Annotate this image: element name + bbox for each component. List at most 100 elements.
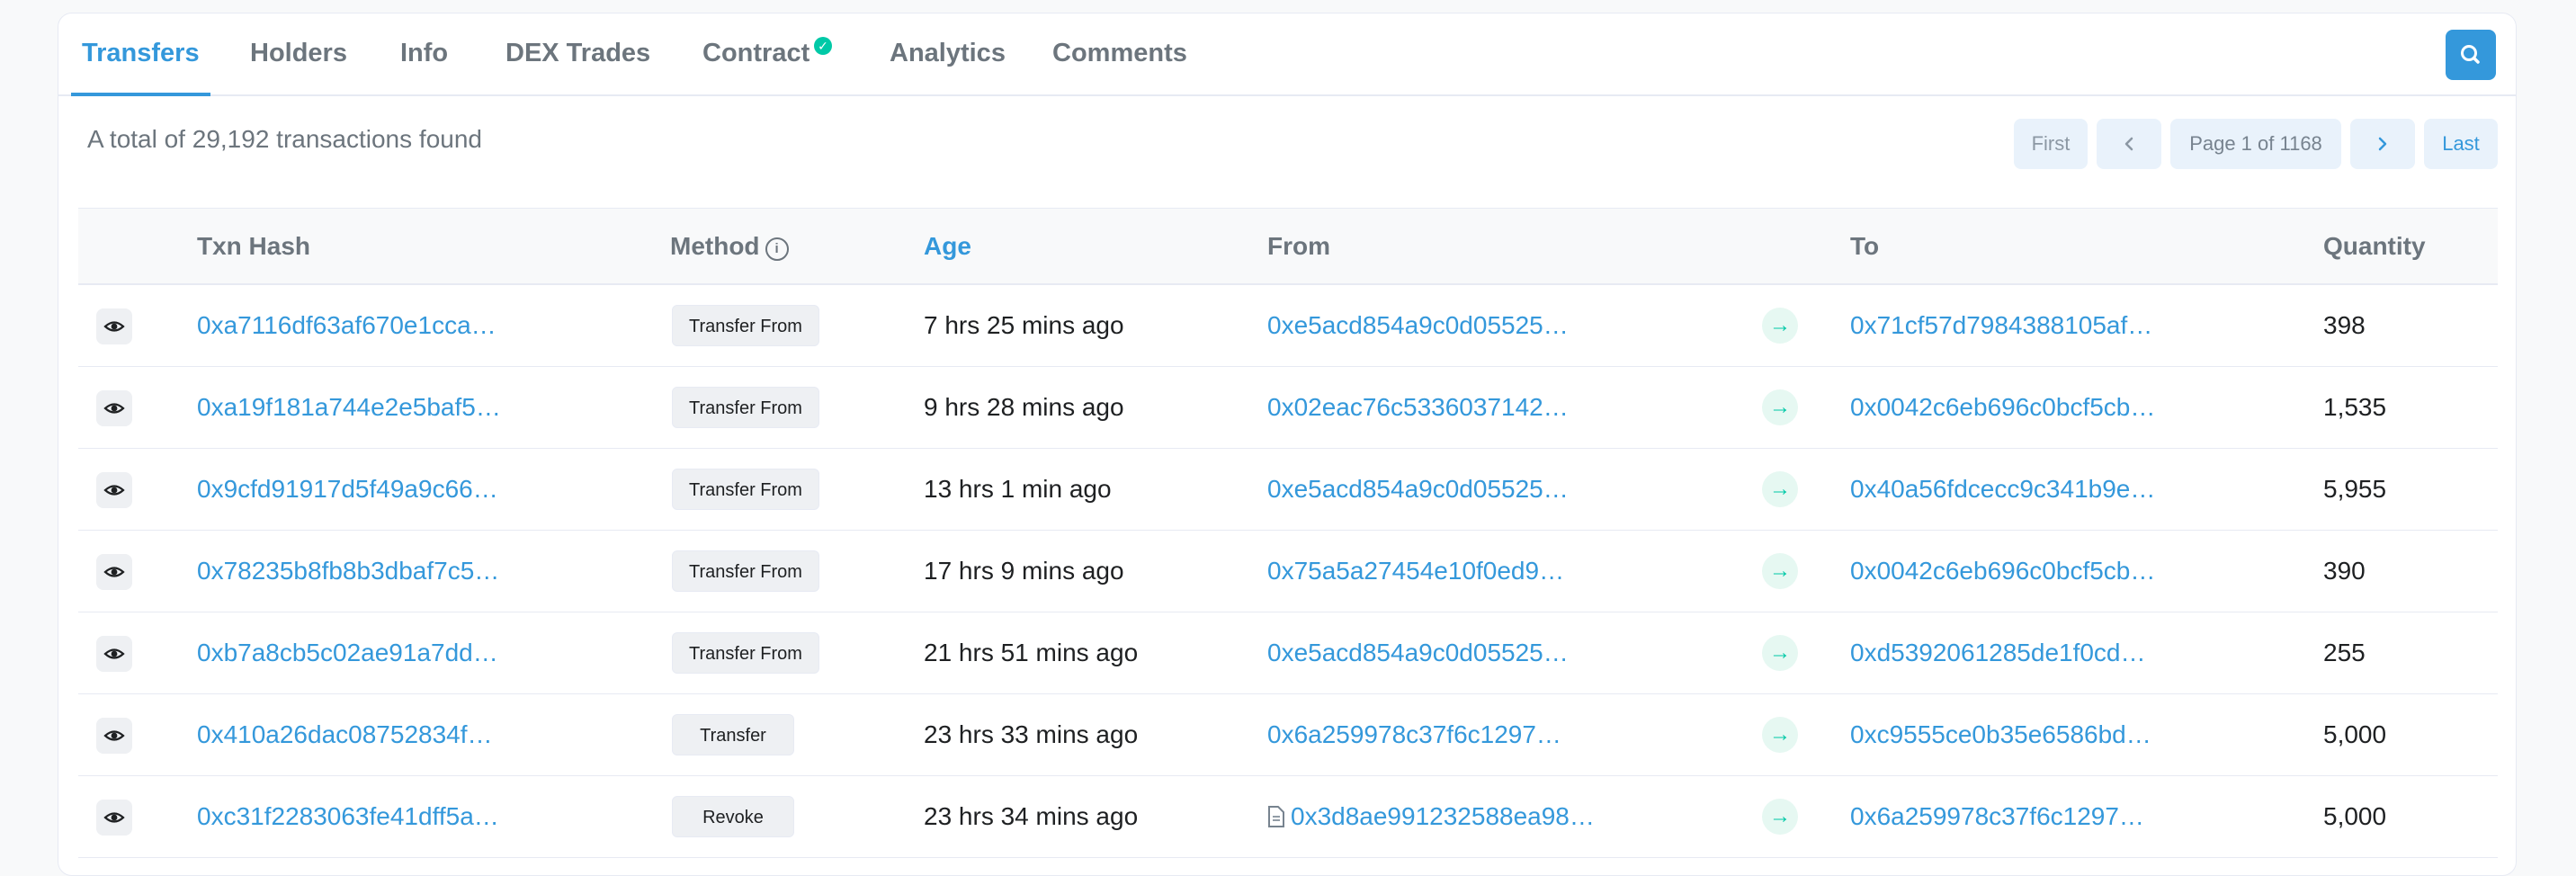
method-badge: Transfer From [672,550,819,592]
method-badge: Transfer From [672,387,819,428]
from-address-link[interactable]: 0xe5acd854a9c0d05525… [1267,311,1569,339]
arrow-right-icon: → [1762,717,1798,753]
to-address-link[interactable]: 0x6a259978c37f6c1297… [1850,776,2144,857]
arrow-right-icon: → [1762,799,1798,835]
to-address-link[interactable]: 0x40a56fdcecc9c341b9e… [1850,449,2155,530]
table-row: 0xa7116df63af670e1cca… Transfer From 7 hrs… [78,285,2498,367]
from-address-link[interactable]: 0x75a5a27454e10f0ed9… [1267,557,1564,585]
column-quantity: Quantity [2323,232,2426,260]
age-text: 17 hrs 9 mins ago [924,557,1124,585]
to-address-link[interactable]: 0x71cf57d7984388105af… [1850,285,2152,366]
txn-hash-link[interactable]: 0x78235b8fb8b3dbaf7c5… [197,531,499,612]
column-age[interactable]: Age [924,209,971,284]
age-text: 9 hrs 28 mins ago [924,393,1124,421]
from-address-link[interactable]: 0x02eac76c5336037142… [1267,393,1569,421]
to-address-link[interactable]: 0x0042c6eb696c0bcf5cb… [1850,367,2155,448]
from-address: 0xe5acd854a9c0d05525… [1267,449,1569,530]
eye-icon [103,403,125,414]
view-details-button[interactable] [96,636,132,672]
tab-contract[interactable]: Contract [702,13,809,96]
method-badge: Revoke [672,796,794,837]
column-txn-hash: Txn Hash [197,232,311,260]
quantity-value: 1,535 [2323,393,2387,421]
quantity-value: 5,000 [2323,720,2387,748]
arrow-right-icon: → [1762,471,1798,507]
table-row: 0x78235b8fb8b3dbaf7c5… Transfer From 17 hr… [78,531,2498,612]
txn-hash-link[interactable]: 0xb7a8cb5c02ae91a7dd… [197,612,498,693]
method-badge: Transfer From [672,469,819,510]
pager-next-button[interactable] [2350,119,2415,169]
verified-check-icon: ✓ [814,37,832,55]
arrow-right-icon: → [1762,553,1798,589]
quantity-value: 390 [2323,557,2366,585]
txn-hash-link[interactable]: 0xa19f181a744e2e5baf5… [197,367,501,448]
age-text: 23 hrs 33 mins ago [924,720,1139,748]
table-row: 0x9cfd91917d5f49a9c66… Transfer From 13 hr… [78,449,2498,531]
from-address: 0xe5acd854a9c0d05525… [1267,612,1569,693]
pager-last-button[interactable]: Last [2424,119,2498,169]
method-badge: Transfer From [672,632,819,674]
pager-first-button[interactable]: First [2014,119,2088,169]
transactions-total: A total of 29,192 transactions found [87,125,482,153]
tab-analytics[interactable]: Analytics [890,13,1006,96]
to-address-link[interactable]: 0x0042c6eb696c0bcf5cb… [1850,531,2155,612]
token-transfers-card: Transfers Holders Info DEX Trades Contra… [58,13,2517,876]
column-method-label: Method [670,232,760,260]
from-address-link[interactable]: 0xe5acd854a9c0d05525… [1267,639,1569,666]
quantity-value: 5,000 [2323,802,2387,830]
from-address-link[interactable]: 0x3d8ae991232588ea98… [1291,802,1595,830]
quantity-value: 5,955 [2323,475,2387,503]
txn-hash-link[interactable]: 0xc31f2283063fe41dff5a… [197,776,499,857]
tab-dex-trades[interactable]: DEX Trades [505,13,650,96]
age-text: 21 hrs 51 mins ago [924,639,1139,666]
tab-holders[interactable]: Holders [250,13,347,96]
method-badge: Transfer From [672,305,819,346]
eye-icon [103,730,125,741]
from-address: 0xe5acd854a9c0d05525… [1267,285,1569,366]
chevron-left-icon [2124,137,2133,151]
contract-file-icon [1268,806,1284,827]
tab-info[interactable]: Info [400,13,448,96]
pager-prev-button[interactable] [2097,119,2161,169]
view-details-button[interactable] [96,554,132,590]
table-row: 0xc31f2283063fe41dff5a… Revoke 23 hrs 34 m… [78,776,2498,858]
eye-icon [103,812,125,823]
tab-comments[interactable]: Comments [1052,13,1187,96]
column-to: To [1850,232,1880,260]
tab-bar: Transfers Holders Info DEX Trades Contra… [58,13,2516,96]
txn-hash-link[interactable]: 0xa7116df63af670e1cca… [197,285,496,366]
from-address: 0x75a5a27454e10f0ed9… [1267,531,1564,612]
from-address: 0x6a259978c37f6c1297… [1267,694,1561,775]
age-text: 13 hrs 1 min ago [924,475,1112,503]
age-text: 23 hrs 34 mins ago [924,802,1139,830]
age-text: 7 hrs 25 mins ago [924,311,1124,339]
column-from: From [1267,232,1330,260]
view-details-button[interactable] [96,472,132,508]
from-address: 0x02eac76c5336037142… [1267,367,1569,448]
method-badge: Transfer [672,714,794,755]
txn-hash-link[interactable]: 0x9cfd91917d5f49a9c66… [197,449,498,530]
search-icon [2461,45,2480,64]
eye-icon [103,321,125,332]
arrow-right-icon: → [1762,635,1798,671]
quantity-value: 255 [2323,639,2366,666]
view-details-button[interactable] [96,800,132,836]
eye-icon [103,567,125,577]
txn-hash-link[interactable]: 0x410a26dac08752834f… [197,694,493,775]
search-button[interactable] [2446,30,2496,80]
view-details-button[interactable] [96,718,132,754]
view-details-button[interactable] [96,308,132,344]
info-icon[interactable]: i [765,237,789,261]
to-address-link[interactable]: 0xd5392061285de1f0cd… [1850,612,2146,693]
to-address-link[interactable]: 0xc9555ce0b35e6586bd… [1850,694,2151,775]
tab-transfers[interactable]: Transfers [71,13,210,96]
view-details-button[interactable] [96,390,132,426]
from-address-link[interactable]: 0x6a259978c37f6c1297… [1267,720,1561,748]
chevron-right-icon [2378,137,2387,151]
table-row: 0x410a26dac08752834f… Transfer 23 hrs 33 m… [78,694,2498,776]
pager-page-info: Page 1 of 1168 [2170,119,2341,169]
arrow-right-icon: → [1762,308,1798,344]
from-address-link[interactable]: 0xe5acd854a9c0d05525… [1267,475,1569,503]
column-method: Method i [670,209,789,284]
eye-icon [103,648,125,659]
